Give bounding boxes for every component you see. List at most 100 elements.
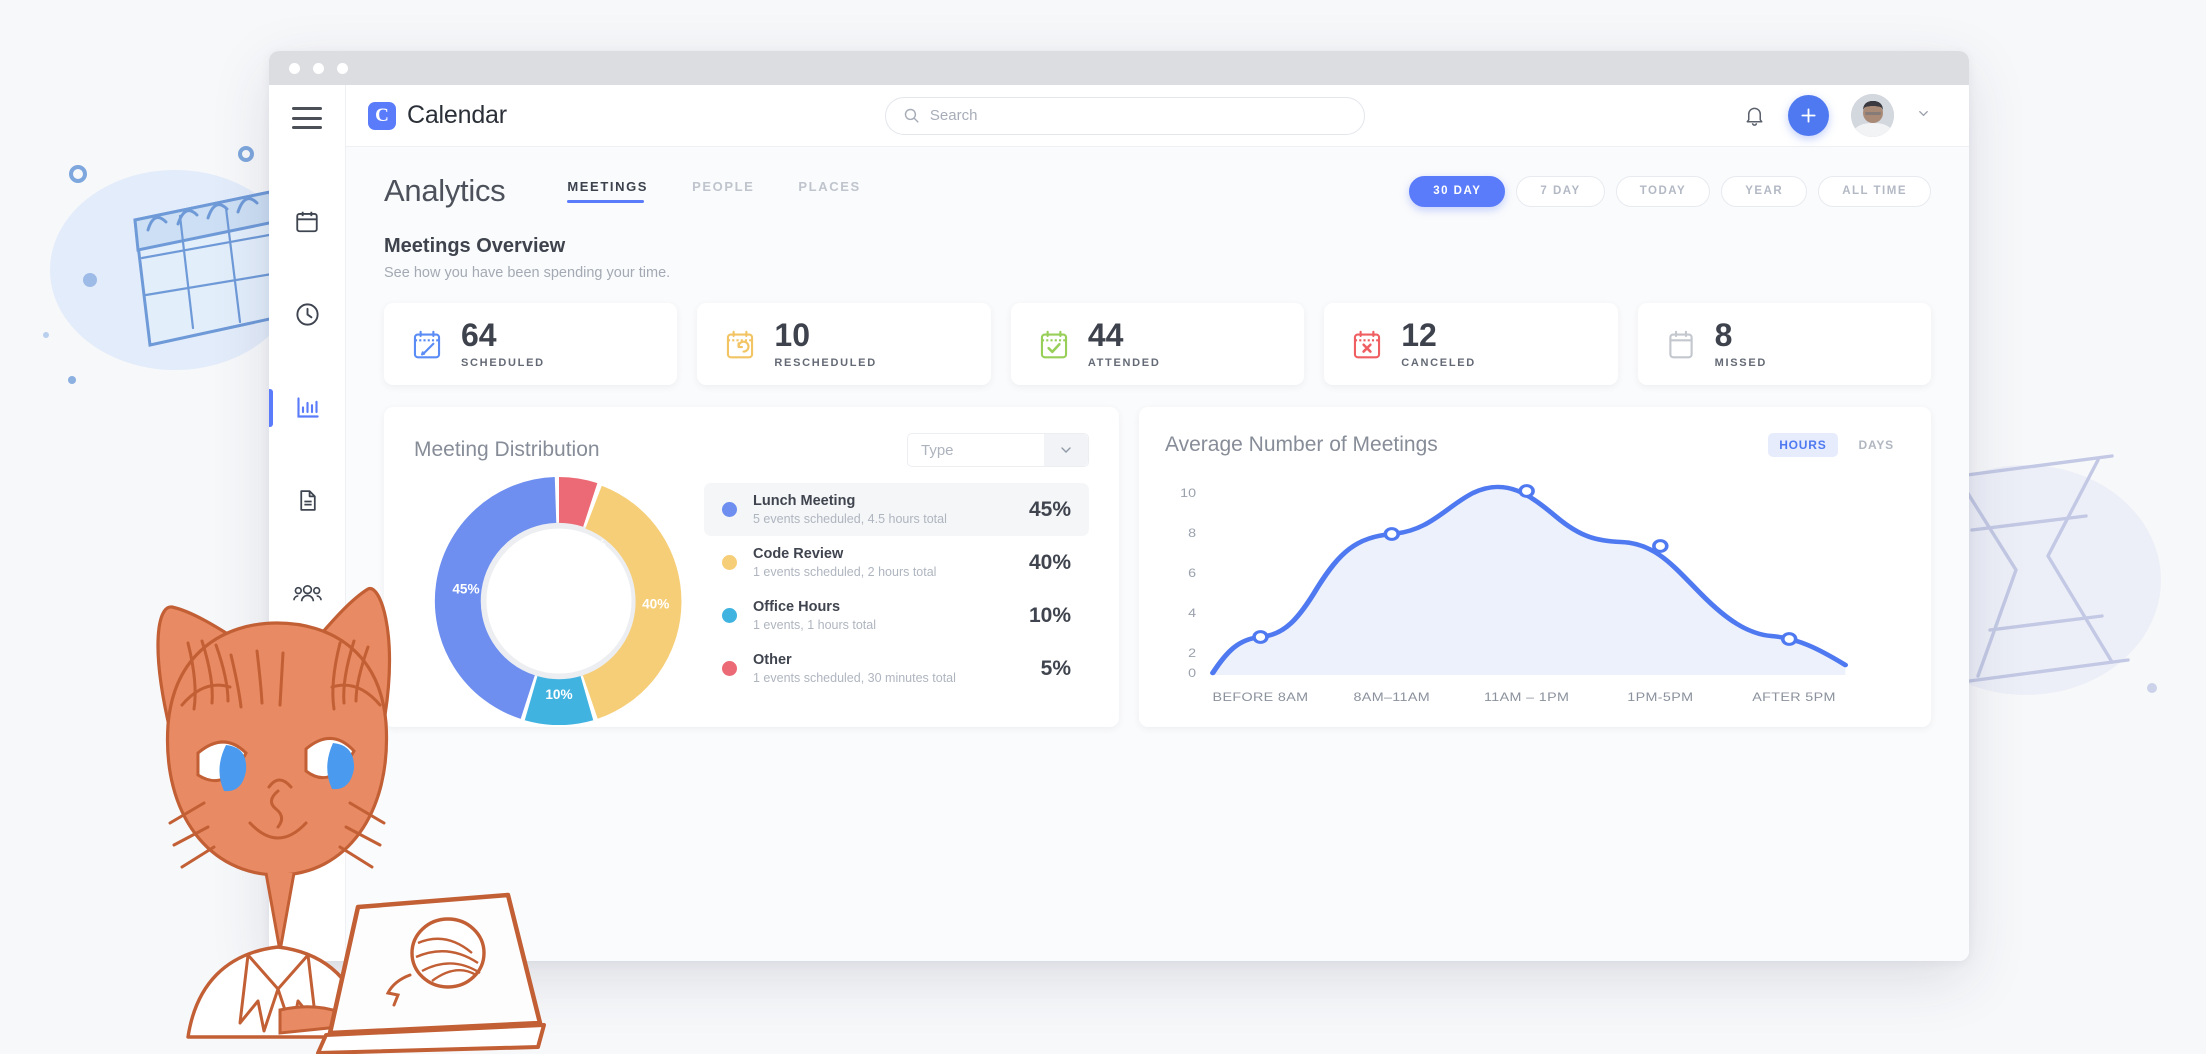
main-area: C Calendar Search Analytics MEETINGS PEO…: [346, 85, 1969, 961]
legend-color-swatch: [722, 661, 737, 676]
unit-days[interactable]: DAYS: [1848, 433, 1905, 457]
overview-subheading: See how you have been spending your time…: [384, 265, 671, 281]
content-area: Analytics MEETINGS PEOPLE PLACES 30 DAY …: [346, 147, 1969, 961]
legend-subtext: 1 events scheduled, 30 minutes total: [753, 671, 956, 685]
area-chart: 10 8 6 4 2 0 BEFORE 8AM 8AM–11AM 11AM – …: [1180, 484, 1849, 704]
notifications-button[interactable]: [1743, 104, 1766, 128]
data-point-8am-11am[interactable]: [1383, 527, 1401, 541]
panels-row: Meeting Distribution Type 5% 40% 10% 45%…: [384, 407, 1931, 727]
sidebar-item-documents[interactable]: [269, 454, 346, 547]
type-filter-toggle[interactable]: [1044, 434, 1088, 466]
x-label-3: 1PM-5PM: [1627, 690, 1693, 704]
calendar-blank-icon: [1668, 330, 1693, 358]
stats-row: 64 SCHEDULED 10 RESCHEDULED 44 ATTENDED …: [384, 303, 1932, 385]
document-icon: [299, 490, 316, 511]
overview-section: Meetings Overview See how you have been …: [384, 235, 1931, 281]
legend-item-lunch-meeting[interactable]: Lunch Meeting 5 events scheduled, 4.5 ho…: [704, 483, 1089, 536]
donut-chart: 5% 40% 10% 45%: [434, 477, 682, 726]
calendar-icon: [296, 211, 318, 233]
sidebar-item-calendar[interactable]: [269, 175, 346, 268]
unit-hours[interactable]: HOURS: [1768, 433, 1838, 457]
topbar-actions: [1743, 94, 1931, 137]
tab-people[interactable]: PEOPLE: [692, 179, 754, 203]
legend-item-code-review[interactable]: Code Review 1 events scheduled, 2 hours …: [704, 536, 1089, 589]
donut-label-lunch: 45%: [452, 582, 479, 597]
stat-card-rescheduled[interactable]: 10 RESCHEDULED: [697, 303, 991, 385]
bell-icon: [1746, 107, 1763, 126]
stat-card-attended[interactable]: 44 ATTENDED: [1010, 303, 1305, 385]
legend-name: Code Review: [753, 546, 844, 562]
y-tick-10: 10: [1180, 486, 1196, 500]
average-meetings-panel: Average Number of Meetings HOURS DAYS 10: [1139, 407, 1931, 727]
stat-label: MISSED: [1714, 357, 1767, 369]
overview-heading: Meetings Overview: [384, 235, 566, 257]
x-label-0: BEFORE 8AM: [1213, 690, 1309, 704]
avatar[interactable]: [1851, 94, 1894, 137]
search-container: [507, 96, 1743, 135]
date-range-filters: 30 DAY 7 DAY TODAY YEAR ALL TIME: [1409, 175, 1931, 207]
type-filter-select[interactable]: Type: [907, 433, 1089, 467]
sidebar-item-people[interactable]: [269, 547, 346, 640]
window-maximize-dot[interactable]: [337, 62, 348, 74]
range-year[interactable]: YEAR: [1721, 175, 1808, 207]
stat-label: CANCELED: [1401, 357, 1476, 369]
page-header: Analytics MEETINGS PEOPLE PLACES 30 DAY …: [384, 173, 1931, 209]
tabs: MEETINGS PEOPLE PLACES: [567, 179, 860, 203]
topbar: C Calendar: [346, 85, 1969, 147]
data-point-before-8am[interactable]: [1252, 630, 1269, 644]
hamburger-icon[interactable]: [292, 107, 322, 129]
legend-item-other[interactable]: Other 1 events scheduled, 30 minutes tot…: [704, 642, 1089, 695]
donut-label-code-review: 40%: [642, 596, 669, 611]
data-point-11am-1pm[interactable]: [1518, 484, 1535, 498]
avatar-menu-button[interactable]: [1916, 106, 1931, 126]
unit-toggle: HOURS DAYS: [1768, 433, 1905, 457]
window-close-dot[interactable]: [289, 62, 300, 74]
range-7-day[interactable]: 7 DAY: [1516, 175, 1605, 207]
stat-label: SCHEDULED: [461, 357, 545, 369]
area-fill: [1212, 486, 1846, 675]
legend-color-swatch: [722, 608, 737, 623]
stat-value: 44: [1087, 317, 1124, 353]
stat-value: 64: [461, 317, 497, 353]
average-header: Average Number of Meetings HOURS DAYS: [1165, 433, 1905, 457]
y-tick-6: 6: [1188, 566, 1196, 580]
stat-card-missed[interactable]: 8 MISSED: [1637, 303, 1932, 385]
search-icon: [904, 108, 919, 123]
donut-chart-container: 5% 40% 10% 45%: [414, 477, 704, 730]
window-titlebar: [269, 51, 1969, 85]
legend-item-office-hours[interactable]: Office Hours 1 events, 1 hours total 10%: [704, 589, 1089, 642]
x-label-1: 8AM–11AM: [1353, 690, 1430, 704]
stat-card-canceled[interactable]: 12 CANCELED: [1324, 303, 1618, 385]
add-button[interactable]: [1788, 95, 1829, 136]
tab-meetings[interactable]: MEETINGS: [567, 179, 648, 203]
calendar-undo-icon: [727, 330, 754, 358]
distribution-header: Meeting Distribution Type: [414, 433, 1089, 467]
stat-label: ATTENDED: [1087, 357, 1161, 369]
app-window: C Calendar Search Analytics MEETINGS PEO…: [269, 51, 1969, 961]
bar-chart-icon: [296, 397, 319, 418]
donut-label-office-hours: 10%: [545, 687, 572, 702]
page-title: Analytics: [384, 173, 506, 208]
range-all-time[interactable]: ALL TIME: [1818, 175, 1931, 207]
calendar-pencil-icon: [413, 330, 441, 358]
legend-percent: 10%: [1028, 603, 1071, 627]
brand[interactable]: C Calendar: [368, 101, 507, 130]
range-today[interactable]: TODAY: [1615, 175, 1711, 207]
window-minimize-dot[interactable]: [313, 62, 324, 74]
x-label-4: AFTER 5PM: [1752, 690, 1836, 704]
stat-value: 8: [1714, 317, 1733, 353]
legend-percent: 45%: [1028, 497, 1071, 521]
stat-card-scheduled[interactable]: 64 SCHEDULED: [384, 303, 678, 385]
data-point-after-5pm[interactable]: [1780, 632, 1798, 646]
tab-places[interactable]: PLACES: [798, 179, 860, 203]
range-30-day[interactable]: 30 DAY: [1409, 175, 1506, 207]
search-box[interactable]: [884, 96, 1365, 135]
search-input[interactable]: [929, 107, 1347, 124]
sidebar-item-clock[interactable]: [269, 268, 346, 361]
y-tick-2: 2: [1188, 646, 1196, 660]
chevron-down-icon: [1919, 110, 1928, 116]
data-point-1pm-5pm[interactable]: [1652, 539, 1669, 553]
brand-logo-icon: C: [368, 101, 396, 130]
average-title: Average Number of Meetings: [1165, 433, 1438, 456]
sidebar-item-analytics[interactable]: [269, 361, 346, 454]
